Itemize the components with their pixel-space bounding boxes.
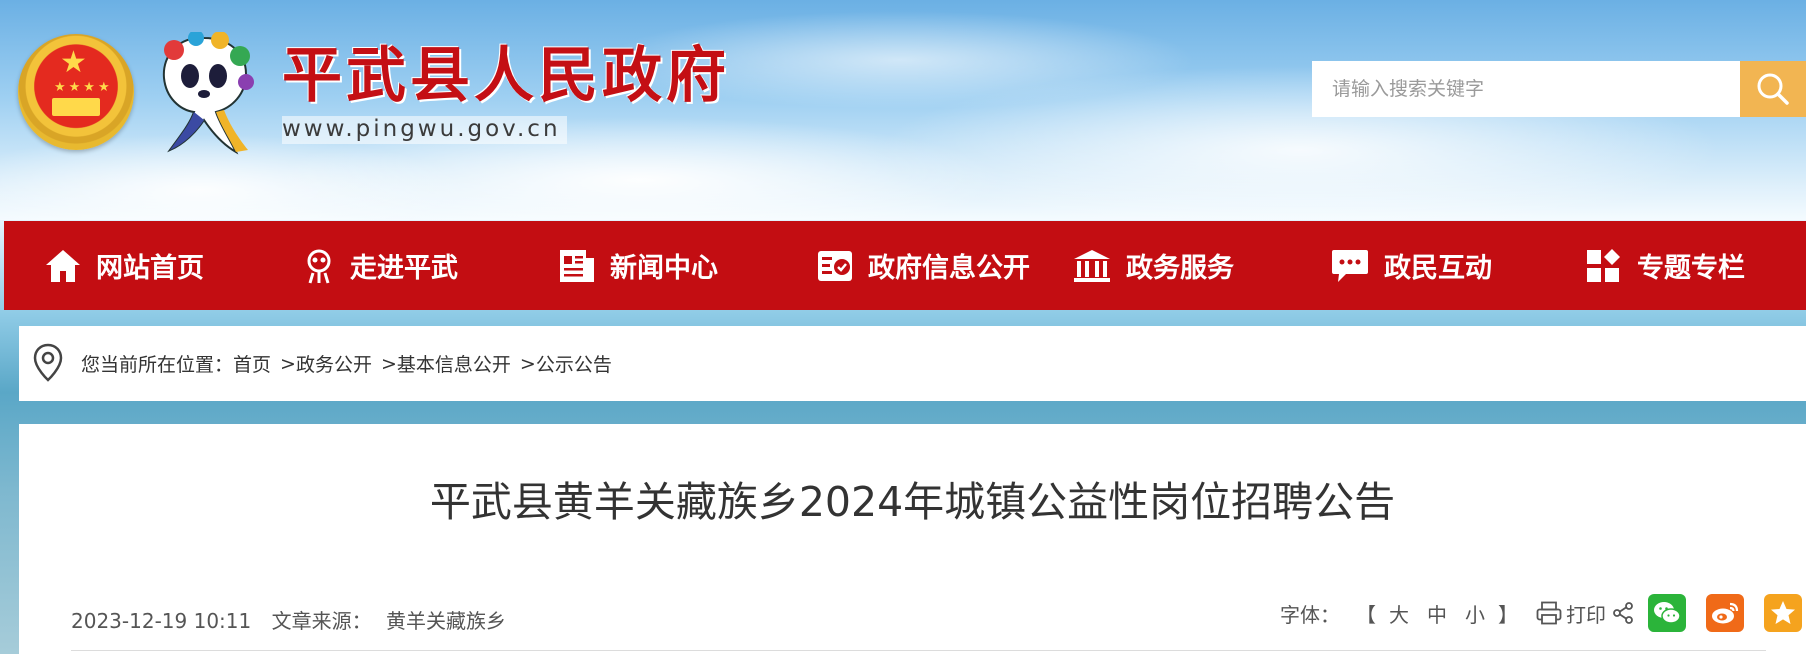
nav-item-label: 新闻中心 [610,253,718,284]
panda-logo [162,32,254,155]
divider [71,650,1766,651]
nav-item-label: 政府信息公开 [868,253,1030,284]
location-pin-icon [33,343,63,382]
article-source: 黄羊关藏族乡 [385,609,506,633]
font-size-small-button[interactable]: 小 [1465,599,1485,628]
nav-item-special-topics[interactable]: 专题专栏 [1585,221,1745,310]
breadcrumb-gov-affairs[interactable]: 政务公开 [296,350,372,377]
newspaper-icon [560,249,594,282]
favorite-button[interactable] [1764,594,1802,632]
search-input[interactable] [1312,61,1740,117]
weibo-share-button[interactable] [1706,594,1744,632]
print-label: 打印 [1566,602,1606,627]
article-container: 平武县黄羊关藏族乡2024年城镇公益性岗位招聘公告 2023-12-19 10:… [19,424,1806,654]
breadcrumb-separator: > [280,352,296,375]
wechat-icon [1654,602,1681,624]
breadcrumb-home[interactable]: 首页 [233,350,271,377]
source-label: 文章来源： [271,609,372,633]
nav-item-about-pingwu[interactable]: 走进平武 [302,221,458,310]
check-document-icon [818,250,852,281]
article-meta: 2023-12-19 10:11 文章来源： 黄羊关藏族乡 [71,605,520,634]
site-url: www.pingwu.gov.cn [282,116,567,144]
wechat-share-button[interactable] [1648,594,1686,632]
main-nav: 网站首页 走进平武 新闻中心 政府信息公开 政务服务 政民互动 专题专栏 [4,221,1806,310]
share-button[interactable] [1612,602,1634,624]
star-icon [1771,601,1795,624]
panda-icon [307,249,331,283]
font-size-medium-button[interactable]: 中 [1427,599,1447,628]
nav-item-news-center[interactable]: 新闻中心 [558,221,718,310]
breadcrumb: 您当前所在位置： 首页 > 政务公开 > 基本信息公开 > 公示公告 [19,326,1806,401]
search-button[interactable] [1740,61,1806,117]
national-emblem-logo: ★ ★★★★ [18,34,134,150]
weibo-icon [1712,602,1739,624]
breadcrumb-prefix: 您当前所在位置： [81,354,234,376]
nav-item-home[interactable]: 网站首页 [44,221,204,310]
home-icon [46,249,80,282]
share-icon [1613,602,1633,624]
grid-icon [1587,248,1620,282]
nav-item-label: 专题专栏 [1637,253,1745,284]
breadcrumb-separator: > [380,352,397,375]
bracket-open: 【 [1356,602,1376,627]
search-icon [1757,73,1789,105]
bracket-close: 】 [1498,602,1518,627]
print-button[interactable]: 打印 [1536,599,1606,628]
nav-item-gov-services[interactable]: 政务服务 [1072,221,1234,310]
nav-item-label: 走进平武 [350,253,458,284]
font-size-label: 字体： [1280,602,1340,627]
nav-item-label: 网站首页 [96,253,204,284]
breadcrumb-separator: > [519,352,536,375]
printer-icon [1536,601,1562,625]
article-title: 平武县黄羊关藏族乡2024年城镇公益性岗位招聘公告 [429,478,1396,526]
article-date: 2023-12-19 10:11 [71,609,252,633]
site-title: 平武县人民政府 [282,41,730,111]
breadcrumb-basic-info[interactable]: 基本信息公开 [397,350,511,377]
breadcrumb-notices[interactable]: 公示公告 [536,350,612,377]
chat-bubble-icon [1332,249,1368,282]
government-building-icon [1074,249,1110,282]
nav-item-label: 政民互动 [1384,253,1492,284]
nav-item-gov-info-disclosure[interactable]: 政府信息公开 [816,221,1030,310]
nav-item-citizen-interaction[interactable]: 政民互动 [1330,221,1492,310]
nav-item-label: 政务服务 [1126,253,1234,284]
font-size-large-button[interactable]: 大 [1389,599,1409,628]
article-tools: 字体： 【 大 中 小 】 打印 [1280,591,1802,635]
